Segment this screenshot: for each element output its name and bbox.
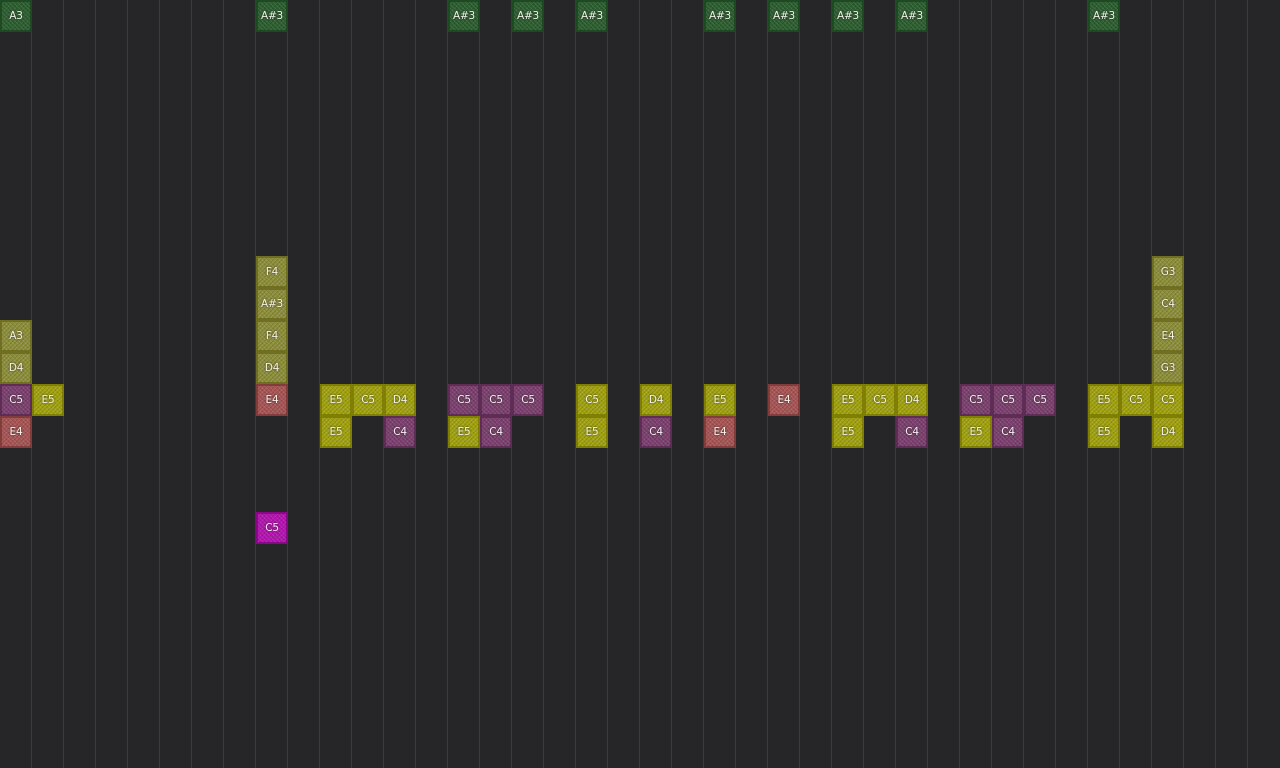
note-block[interactable]: A#3 — [512, 0, 544, 32]
note-block[interactable]: C4 — [640, 416, 672, 448]
note-block[interactable]: A#3 — [704, 0, 736, 32]
note-block[interactable]: F4 — [256, 256, 288, 288]
note-block[interactable]: D4 — [640, 384, 672, 416]
note-block[interactable]: A#3 — [832, 0, 864, 32]
note-block[interactable]: C4 — [480, 416, 512, 448]
note-block[interactable]: D4 — [1152, 416, 1184, 448]
note-block[interactable]: C5 — [1024, 384, 1056, 416]
note-block[interactable]: C5 — [864, 384, 896, 416]
note-block[interactable]: G3 — [1152, 352, 1184, 384]
note-block[interactable]: C5 — [576, 384, 608, 416]
note-block[interactable]: A#3 — [448, 0, 480, 32]
note-block[interactable]: D4 — [384, 384, 416, 416]
note-block[interactable]: E5 — [704, 384, 736, 416]
note-block[interactable]: E5 — [1088, 384, 1120, 416]
grid-column-line — [223, 0, 224, 768]
note-block[interactable]: A#3 — [256, 288, 288, 320]
note-block[interactable]: E5 — [960, 416, 992, 448]
note-block[interactable]: A#3 — [256, 0, 288, 32]
note-block[interactable]: E5 — [448, 416, 480, 448]
note-block[interactable]: G3 — [1152, 256, 1184, 288]
grid-column-line — [159, 0, 160, 768]
grid-column-line — [1215, 0, 1216, 768]
note-block[interactable]: C4 — [1152, 288, 1184, 320]
note-block[interactable]: C4 — [896, 416, 928, 448]
note-block[interactable]: C5 — [448, 384, 480, 416]
note-block[interactable]: C5 — [256, 512, 288, 544]
note-block[interactable]: C4 — [384, 416, 416, 448]
note-block[interactable]: D4 — [0, 352, 32, 384]
note-block[interactable]: A#3 — [768, 0, 800, 32]
note-block[interactable]: E4 — [704, 416, 736, 448]
note-block[interactable]: E5 — [32, 384, 64, 416]
note-block[interactable]: C5 — [512, 384, 544, 416]
note-block[interactable]: C5 — [1120, 384, 1152, 416]
grid-column-line — [127, 0, 128, 768]
note-block[interactable]: E4 — [256, 384, 288, 416]
note-block[interactable]: C4 — [992, 416, 1024, 448]
note-block[interactable]: C5 — [1152, 384, 1184, 416]
note-block[interactable]: D4 — [896, 384, 928, 416]
note-block[interactable]: C5 — [480, 384, 512, 416]
note-block[interactable]: D4 — [256, 352, 288, 384]
note-block[interactable]: E4 — [1152, 320, 1184, 352]
note-block[interactable]: E4 — [768, 384, 800, 416]
note-block[interactable]: F4 — [256, 320, 288, 352]
note-block[interactable]: C5 — [992, 384, 1024, 416]
grid-column-line — [95, 0, 96, 768]
note-block[interactable]: A#3 — [576, 0, 608, 32]
note-block[interactable]: E5 — [320, 384, 352, 416]
grid-column-line — [1247, 0, 1248, 768]
note-block[interactable]: A3 — [0, 0, 32, 32]
note-block[interactable]: A#3 — [896, 0, 928, 32]
note-block[interactable]: A#3 — [1088, 0, 1120, 32]
note-block[interactable]: E5 — [1088, 416, 1120, 448]
note-block[interactable]: C5 — [0, 384, 32, 416]
grid-column-line — [191, 0, 192, 768]
note-block[interactable]: C5 — [960, 384, 992, 416]
note-block[interactable]: C5 — [352, 384, 384, 416]
note-block[interactable]: A3 — [0, 320, 32, 352]
note-block[interactable]: E5 — [576, 416, 608, 448]
note-block[interactable]: E4 — [0, 416, 32, 448]
note-block[interactable]: E5 — [832, 416, 864, 448]
note-block[interactable]: E5 — [832, 384, 864, 416]
note-block[interactable]: E5 — [320, 416, 352, 448]
